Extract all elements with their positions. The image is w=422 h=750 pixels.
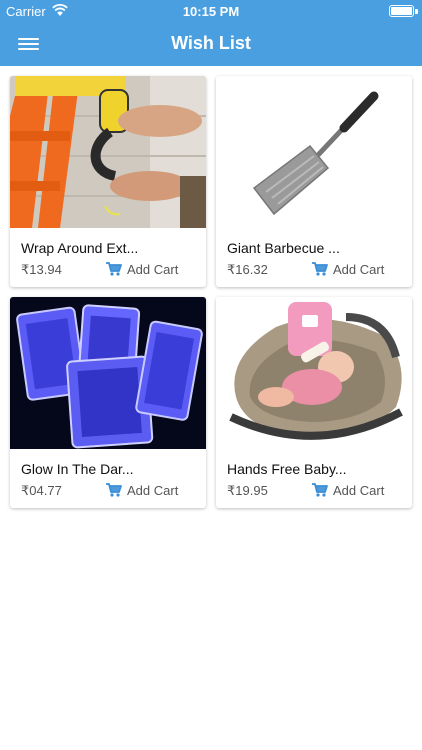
cart-icon: [312, 262, 328, 276]
add-cart-label: Add Cart: [127, 482, 179, 498]
product-price: ₹16.32: [227, 262, 268, 277]
battery-tip: [415, 9, 418, 14]
product-image-spatula[interactable]: [216, 76, 412, 228]
product-image-ladder[interactable]: [10, 76, 206, 228]
product-price: ₹13.94: [21, 262, 62, 277]
add-cart-label: Add Cart: [333, 261, 385, 277]
product-card[interactable]: Glow In The Dar... ₹04.77 Add Cart: [10, 297, 206, 508]
product-name: Hands Free Baby...: [227, 461, 347, 477]
status-bar: Carrier 10:15 PM: [0, 0, 422, 22]
product-card[interactable]: Giant Barbecue ... ₹16.32 Add Cart: [216, 76, 412, 287]
product-name: Glow In The Dar...: [21, 461, 134, 477]
add-cart-label: Add Cart: [333, 482, 385, 498]
product-card[interactable]: Wrap Around Ext... ₹13.94 Add Cart: [10, 76, 206, 287]
product-image-cards[interactable]: [10, 297, 206, 449]
add-cart-button[interactable]: Add Cart: [312, 481, 384, 499]
cart-icon: [312, 483, 328, 497]
clock: 10:15 PM: [182, 4, 240, 19]
battery-icon: [389, 5, 414, 17]
add-cart-button[interactable]: Add Cart: [106, 260, 178, 278]
app-header: Wish List: [0, 22, 422, 66]
add-cart-button[interactable]: Add Cart: [312, 260, 384, 278]
add-cart-button[interactable]: Add Cart: [106, 481, 178, 499]
cart-icon: [106, 262, 122, 276]
page-title: Wish List: [171, 33, 251, 53]
cart-icon: [106, 483, 122, 497]
product-image-baby-seat[interactable]: [216, 297, 412, 449]
product-price: ₹19.95: [227, 483, 268, 498]
product-name: Wrap Around Ext...: [21, 240, 139, 256]
product-card[interactable]: Hands Free Baby... ₹19.95 Add Cart: [216, 297, 412, 508]
product-price: ₹04.77: [21, 483, 62, 498]
product-name: Giant Barbecue ...: [227, 240, 340, 256]
add-cart-label: Add Cart: [127, 261, 179, 277]
